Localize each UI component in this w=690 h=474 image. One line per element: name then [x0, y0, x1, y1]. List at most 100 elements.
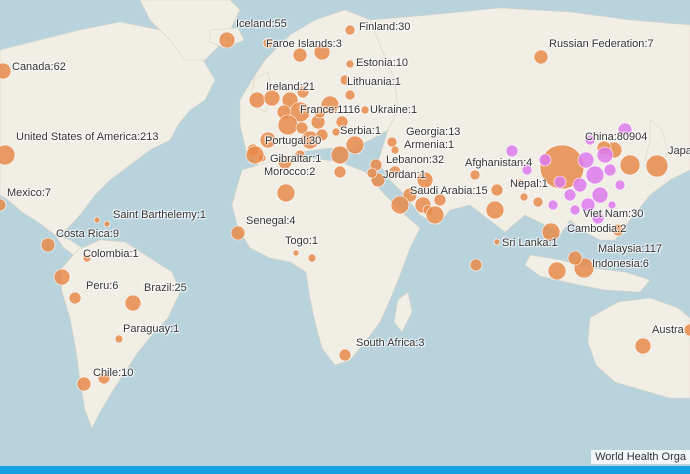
label-ireland: Ireland:21	[266, 81, 315, 93]
label-australia: Austra	[652, 324, 684, 336]
label-saudi-arabia: Saudi Arabia:15	[410, 185, 488, 197]
label-iceland: Iceland:55	[236, 18, 287, 30]
label-finland: Finland:30	[359, 21, 411, 33]
marker-japan[interactable]	[645, 154, 669, 178]
marker-c3[interactable]	[572, 177, 588, 193]
marker-belarus[interactable]	[344, 89, 356, 101]
label-georgia: Georgia:13	[406, 126, 461, 138]
label-lithuania: Lithuania:1	[347, 76, 401, 88]
marker-maldives[interactable]	[469, 258, 483, 272]
label-gibraltar: Gibraltar:1	[270, 153, 322, 165]
marker-korea[interactable]	[619, 154, 641, 176]
label-morocco: Morocco:2	[264, 166, 316, 178]
label-indonesia: Indonesia:6	[592, 258, 649, 270]
marker-france[interactable]	[277, 114, 299, 136]
marker-brazil[interactable]	[124, 294, 142, 312]
label-jordan: Jordan:1	[383, 169, 426, 181]
attribution[interactable]: World Health Orga	[591, 450, 690, 464]
marker-afghanistan[interactable]	[469, 169, 481, 181]
marker-israel[interactable]	[366, 167, 378, 179]
label-faroe-islands: Faroe Islands:3	[266, 38, 342, 50]
marker-armenia[interactable]	[390, 145, 400, 155]
marker-costa-rica[interactable]	[40, 237, 56, 253]
label-costa-rica: Costa Rica:9	[56, 228, 119, 240]
label-mexico: Mexico:7	[7, 187, 52, 199]
marker-malaysia[interactable]	[547, 261, 567, 281]
marker-iceland[interactable]	[218, 31, 236, 49]
label-south-africa: South Africa:3	[356, 337, 425, 349]
marker-georgia[interactable]	[386, 136, 398, 148]
bottom-bar	[0, 466, 690, 474]
marker-c16[interactable]	[553, 175, 567, 189]
label-malaysia: Malaysia:117	[598, 243, 662, 255]
marker-c7[interactable]	[603, 163, 617, 177]
label-chile: Chile:10	[93, 367, 134, 379]
marker-nw-asia-1[interactable]	[505, 144, 519, 158]
label-senegal: Senegal:4	[246, 215, 296, 227]
marker-ukraine[interactable]	[360, 105, 370, 115]
marker-bhutan[interactable]	[519, 192, 529, 202]
marker-dominican-rep[interactable]	[93, 216, 101, 224]
marker-c8[interactable]	[614, 179, 626, 191]
label-saint-barthelemy: Saint Barthelemy:1	[113, 209, 206, 221]
label-afghanistan: Afghanistan:4	[465, 157, 533, 169]
marker-uae[interactable]	[425, 205, 445, 225]
label-brazil: Brazil:25	[144, 282, 187, 294]
marker-saint-barthelemy[interactable]	[103, 220, 111, 228]
label-portugal: Portugal:30	[265, 135, 322, 147]
label-viet-nam: Viet Nam:30	[583, 208, 644, 220]
marker-cameroon[interactable]	[307, 253, 317, 263]
marker-finland[interactable]	[344, 24, 356, 36]
label-sri-lanka: Sri Lanka:1	[502, 237, 558, 249]
label-estonia: Estonia:10	[356, 57, 408, 69]
marker-saudi-arabia[interactable]	[390, 195, 410, 215]
marker-nw-asia-3[interactable]	[538, 153, 552, 167]
label-togo: Togo:1	[285, 235, 319, 247]
marker-sri-lanka[interactable]	[493, 238, 501, 246]
marker-ecuador[interactable]	[53, 268, 71, 286]
world-map[interactable]: Iceland:55 Finland:30 Faroe Islands:3 Ru…	[0, 0, 690, 474]
label-ukraine: Ukraine:1	[370, 104, 418, 116]
marker-chile[interactable]	[76, 376, 92, 392]
marker-greece[interactable]	[330, 145, 350, 165]
label-paraguay: Paraguay:1	[123, 323, 180, 335]
marker-c10[interactable]	[596, 146, 614, 164]
label-armenia: Armenia:1	[404, 139, 455, 151]
label-cambodia: Cambodia:2	[567, 223, 627, 235]
marker-senegal[interactable]	[230, 225, 246, 241]
marker-nigeria[interactable]	[276, 183, 296, 203]
label-united-states: United States of America:213	[16, 131, 159, 143]
marker-paraguay[interactable]	[114, 334, 124, 344]
marker-australia[interactable]	[634, 337, 652, 355]
marker-c2[interactable]	[585, 165, 605, 185]
marker-morocco[interactable]	[245, 145, 265, 165]
marker-egypt[interactable]	[333, 165, 347, 179]
marker-india[interactable]	[485, 200, 505, 220]
label-russian-federation: Russian Federation:7	[549, 38, 654, 50]
marker-south-africa[interactable]	[338, 348, 352, 362]
marker-c14[interactable]	[547, 199, 559, 211]
marker-estonia[interactable]	[345, 59, 355, 69]
marker-c12[interactable]	[569, 204, 581, 216]
label-canada: Canada:62	[12, 61, 66, 73]
label-china: China:80904	[585, 131, 648, 143]
marker-c5[interactable]	[563, 188, 577, 202]
marker-c4[interactable]	[591, 186, 609, 204]
marker-turkey[interactable]	[345, 135, 365, 155]
label-france: France:1116	[300, 104, 361, 116]
marker-singapore[interactable]	[567, 250, 583, 266]
marker-peru[interactable]	[68, 291, 82, 305]
marker-togo[interactable]	[292, 249, 300, 257]
marker-pakistan[interactable]	[490, 183, 504, 197]
marker-norway[interactable]	[292, 47, 308, 63]
label-lebanon: Lebanon:32	[386, 154, 445, 166]
marker-c1[interactable]	[577, 151, 595, 169]
label-colombia: Colombia:1	[83, 248, 139, 260]
marker-bangladesh[interactable]	[532, 196, 544, 208]
marker-russian-federation[interactable]	[533, 49, 549, 65]
label-peru: Peru:6	[86, 280, 119, 292]
marker-serbia[interactable]	[331, 127, 341, 137]
marker-ireland[interactable]	[248, 91, 266, 109]
label-serbia: Serbia:1	[340, 125, 381, 137]
label-japan: Japa	[668, 145, 690, 157]
